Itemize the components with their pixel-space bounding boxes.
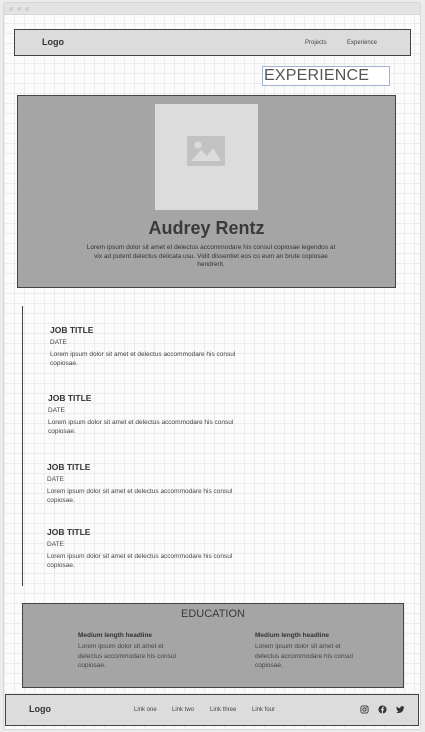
education-section: EDUCATION Medium length headline Lorem i… (22, 603, 404, 688)
job-date: DATE (50, 339, 67, 346)
education-description: Lorem ipsum dolor sit amet et delectus a… (78, 643, 176, 670)
job-title: JOB TITLE (50, 325, 94, 335)
footer-logo[interactable]: Logo (29, 704, 51, 714)
footer: Logo Link one Link two Link three Link f… (5, 694, 419, 726)
education-description: Lorem ipsum dolor sit amet et delectus a… (255, 643, 353, 670)
window-dot (17, 7, 21, 11)
profile-image (155, 104, 258, 210)
page-title: EXPERIENCE (262, 66, 390, 86)
browser-window: Logo Projects Experience EXPERIENCE Audr… (3, 2, 421, 730)
footer-link-four[interactable]: Link four (252, 707, 275, 713)
education-headline: Medium length headline (78, 632, 153, 639)
job-entry: JOB TITLE DATE Lorem ipsum dolor sit ame… (48, 393, 253, 436)
job-title: JOB TITLE (48, 393, 92, 403)
footer-link-one[interactable]: Link one (134, 707, 157, 713)
window-dot (25, 7, 29, 11)
footer-link-two[interactable]: Link two (172, 707, 194, 713)
job-date: DATE (47, 476, 64, 483)
nav-link-experience[interactable]: Experience (347, 40, 377, 46)
image-placeholder-icon (187, 136, 225, 166)
window-dot (9, 7, 13, 11)
profile-hero: Audrey Rentz Lorem ipsum dolor sit amet … (17, 95, 396, 288)
top-navbar: Logo Projects Experience (14, 29, 411, 56)
job-date: DATE (47, 541, 64, 548)
education-title: EDUCATION (181, 608, 245, 620)
job-entry: JOB TITLE DATE Lorem ipsum dolor sit ame… (47, 527, 252, 570)
education-headline: Medium length headline (255, 632, 330, 639)
nav-logo[interactable]: Logo (42, 37, 64, 47)
job-description: Lorem ipsum dolor sit amet et delectus a… (48, 419, 234, 435)
footer-link-three[interactable]: Link three (210, 707, 236, 713)
job-description: Lorem ipsum dolor sit amet et delectus a… (47, 488, 233, 504)
job-entry: JOB TITLE DATE Lorem ipsum dolor sit ame… (47, 462, 252, 505)
education-item: Medium length headline Lorem ipsum dolor… (78, 632, 188, 671)
profile-bio: Lorem ipsum dolor sit amet et delectus a… (86, 244, 336, 269)
facebook-icon[interactable] (378, 705, 387, 714)
job-title: JOB TITLE (47, 527, 91, 537)
instagram-icon[interactable] (360, 705, 369, 714)
window-chrome (4, 3, 420, 15)
job-description: Lorem ipsum dolor sit amet et delectus a… (47, 553, 233, 569)
job-date: DATE (48, 407, 65, 414)
education-item: Medium length headline Lorem ipsum dolor… (255, 632, 365, 671)
nav-link-projects[interactable]: Projects (305, 40, 327, 46)
profile-name: Audrey Rentz (148, 218, 265, 238)
twitter-icon[interactable] (396, 705, 405, 714)
job-entry: JOB TITLE DATE Lorem ipsum dolor sit ame… (50, 325, 255, 368)
job-title: JOB TITLE (47, 462, 91, 472)
job-description: Lorem ipsum dolor sit amet et delectus a… (50, 351, 236, 367)
timeline-line (22, 306, 23, 586)
